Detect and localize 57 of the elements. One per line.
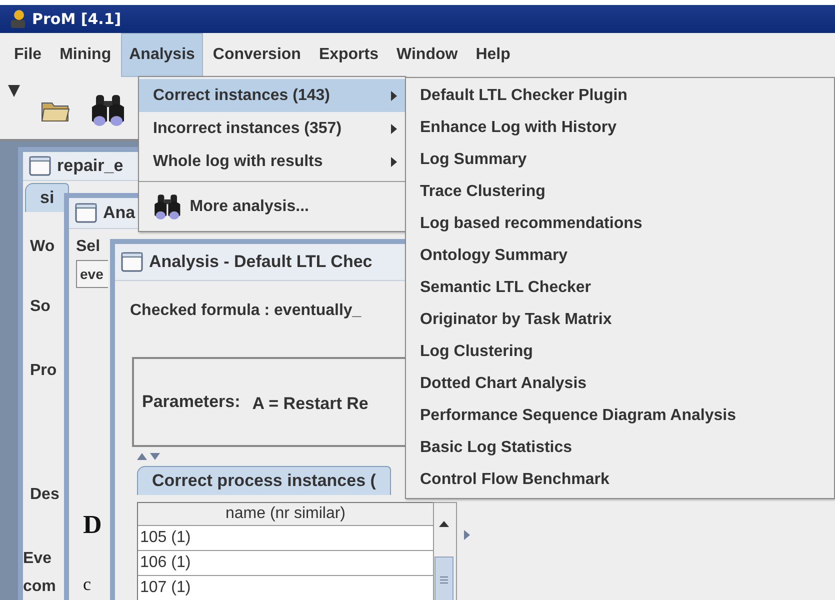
scroll-arrow-icon[interactable] [464,530,470,540]
menu-item[interactable]: Originator by Task Matrix [406,304,834,336]
menu-item[interactable]: More analysis... [139,185,405,229]
window-icon [29,156,51,176]
window-title: Analysis - Default LTL Chec [149,252,372,272]
menu-item[interactable]: Conversion [204,33,309,77]
menu-item[interactable]: Help [468,33,518,77]
splitter-arrows-icon[interactable] [137,452,161,460]
parameters-value: A = Restart Re [252,394,368,414]
window-title: ProM [4.1] [32,10,122,28]
menu-item[interactable]: Dotted Chart Analysis [406,368,834,400]
field-label: Wo [30,238,55,256]
menu-item[interactable]: Whole log with results [139,145,405,178]
dropdown-caret-icon[interactable] [8,85,20,97]
menu-item[interactable]: Performance Sequence Diagram Analysis [406,400,834,432]
menu-item[interactable]: Trace Clustering [406,176,834,208]
menu-item[interactable]: Control Flow Benchmark [406,464,834,496]
window-title: Ana [103,203,136,223]
parameters-label: Parameters: [142,392,240,412]
app-logo-icon [8,9,28,29]
formula-text: Checked formula : eventually_ [130,302,362,320]
scroll-bar[interactable] [433,502,457,600]
column-header[interactable]: name (nr similar) [138,503,433,526]
menu-item[interactable]: Incorrect instances (357) [139,112,405,145]
menu-item[interactable]: Default LTL Checker Plugin [406,80,834,112]
menu-item[interactable]: Enhance Log with History [406,112,834,144]
menu-item[interactable]: Log based recommendations [406,208,834,240]
submenu-arrow-icon [391,124,397,134]
tab[interactable]: Correct process instances ( [137,466,391,495]
menu-item[interactable]: Mining [52,33,120,77]
field-label: Sel [76,238,100,256]
binoculars-icon [153,193,182,221]
field-label: Pro [30,362,57,380]
field-label: Eve [23,550,52,568]
window-title: repair_e [57,156,124,176]
submenu-arrow-icon [391,156,397,166]
menu-item[interactable]: Semantic LTL Checker [406,272,834,304]
text: c [83,574,91,595]
field-label: com [23,578,56,596]
menu-item[interactable]: Window [388,33,466,77]
field-label: Des [30,486,60,504]
menu-item[interactable]: Basic Log Statistics [406,432,834,464]
submenu-arrow-icon [391,90,397,100]
menu-item[interactable]: Exports [310,33,387,77]
menu-item[interactable]: Analysis [121,33,203,77]
menu-item[interactable]: File [6,33,50,77]
menu-item[interactable]: Log Clustering [406,336,834,368]
window-icon [121,252,143,272]
binoculars-icon [90,93,126,127]
input-field[interactable]: eve [76,260,108,288]
menu-item[interactable]: Ontology Summary [406,240,834,272]
window-icon [75,203,97,223]
tab[interactable]: si [25,183,70,212]
field-label: So [30,298,50,316]
menu-item[interactable]: Correct instances (143) [139,79,405,112]
heading: D [83,510,102,540]
menu-item[interactable]: Log Summary [406,144,834,176]
